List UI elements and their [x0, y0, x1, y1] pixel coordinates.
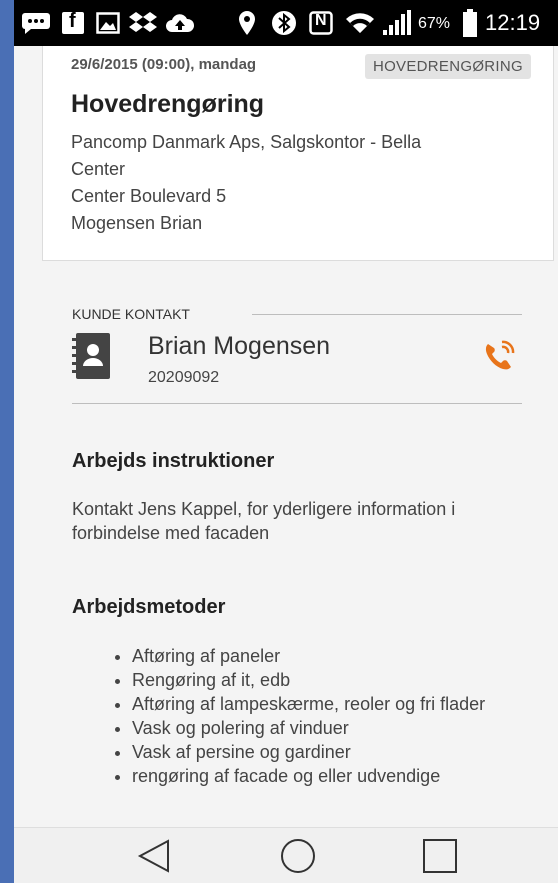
address-line: Mogensen Brian	[71, 213, 203, 233]
list-item: Vask og polering af vinduer	[132, 716, 542, 740]
task-card[interactable]: 29/6/2015 (09:00), mandag HOVEDRENGØRING…	[42, 46, 554, 261]
status-bar: f N 67% 12:19	[14, 0, 558, 46]
list-item: Aftøring af paneler	[132, 644, 542, 668]
address-line: Center Boulevard 5	[71, 186, 227, 206]
nfc-icon: N	[308, 8, 334, 38]
list-item: Rengøring af it, edb	[132, 668, 542, 692]
phone-screen: f N 67% 12:19 29/6/2015 (09:00), mandag …	[14, 0, 558, 883]
back-icon[interactable]	[134, 838, 174, 874]
address-line: Center	[71, 159, 126, 179]
customer-contact-label: KUNDE KONTAKT	[72, 306, 190, 322]
work-instructions-text: Kontakt Jens Kappel, for yderligere info…	[72, 499, 456, 543]
battery-percent: 67%	[418, 15, 451, 32]
work-instructions-heading: Arbejds instruktioner	[72, 450, 275, 472]
task-type-badge: HOVEDRENGØRING	[364, 54, 531, 79]
work-methods-list: Aftøring af paneler Rengøring af it, edb…	[72, 644, 542, 788]
bluetooth-icon	[270, 8, 298, 38]
call-phone-icon[interactable]	[482, 338, 520, 372]
image-icon	[94, 8, 122, 38]
contact-name: Brian Mogensen	[148, 332, 331, 360]
address-line: Pancomp Danmark Aps, Salgskontor - Bella	[71, 132, 422, 152]
list-item: Aftøring af lampeskærme, reoler og fri f…	[132, 692, 542, 716]
nfc-glyph: N	[315, 12, 327, 29]
work-methods-heading: Arbejdsmetoder	[72, 596, 226, 618]
navigation-bar	[14, 827, 558, 883]
window-frame-left	[0, 0, 14, 883]
dropbox-icon	[128, 8, 158, 38]
facebook-icon: f	[60, 8, 86, 38]
address-book-icon	[72, 333, 110, 379]
signal-icon	[382, 8, 414, 38]
cloud-upload-icon	[164, 8, 196, 38]
task-detail-content: 29/6/2015 (09:00), mandag HOVEDRENGØRING…	[14, 46, 558, 827]
contact-phone: 20209092	[148, 369, 220, 386]
task-title: Hovedrengøring	[71, 90, 265, 118]
list-item: rengøring af facade og eller udvendige	[132, 764, 542, 788]
facebook-glyph: f	[69, 10, 76, 32]
task-date: 29/6/2015 (09:00), mandag	[71, 56, 257, 73]
section-divider	[252, 314, 522, 315]
contact-divider	[72, 403, 522, 404]
home-icon[interactable]	[278, 838, 318, 874]
battery-icon	[461, 8, 479, 38]
clock: 12:19	[485, 10, 541, 35]
location-icon	[236, 8, 258, 38]
recents-icon[interactable]	[420, 838, 460, 874]
chat-icon	[20, 8, 52, 38]
list-item: Vask af persine og gardiner	[132, 740, 542, 764]
wifi-icon	[344, 8, 376, 38]
